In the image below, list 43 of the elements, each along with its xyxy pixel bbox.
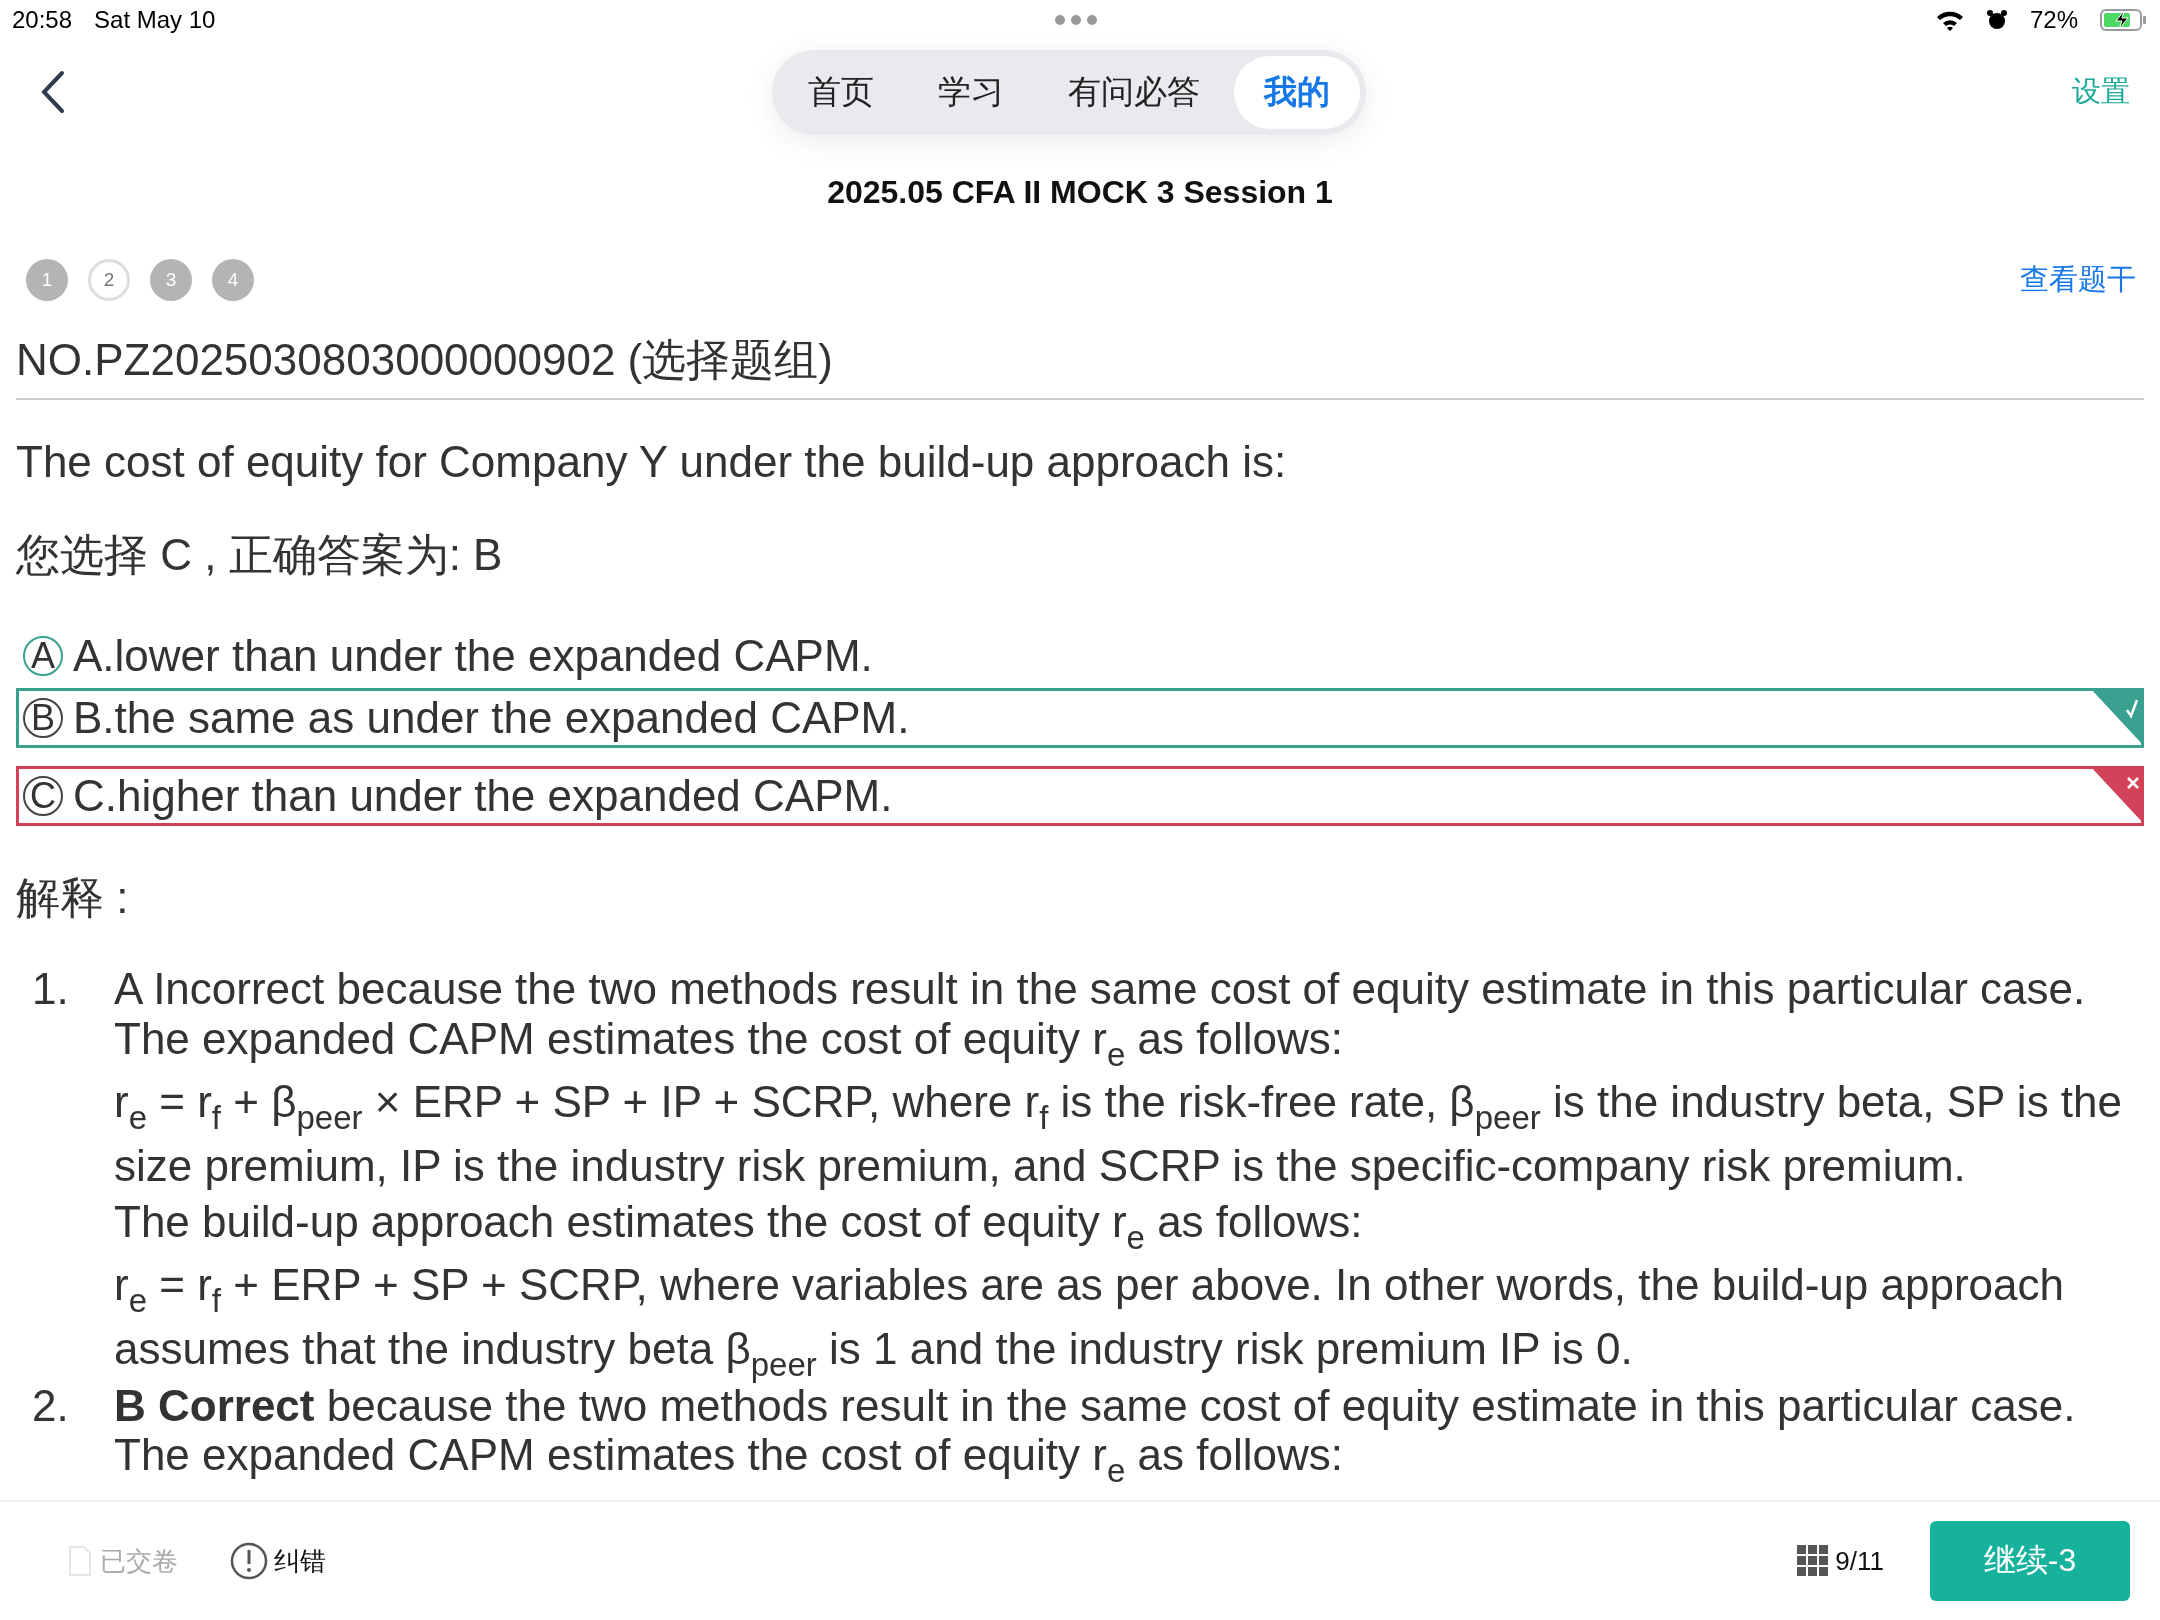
answer-result: 您选择 C , 正确答案为: B (16, 528, 504, 581)
status-time: 20:58 (12, 6, 73, 34)
option-letter: A (23, 635, 63, 676)
option-text: C.higher than under the expanded CAPM. (73, 770, 893, 821)
formula-text: r$_{e}$ = r$_{f}$ + ERP + SP + SCRP, where variables are as per above. In other words, the build-up approach assumes that the industry beta β$_{peer}$ is 1 and the industry risk premium IP is 0. (114, 1259, 2065, 1381)
nav-tab[interactable]: 学习 (908, 55, 1034, 129)
answer-option[interactable]: A A.lower than under the expanded CAPM. (16, 625, 2144, 686)
continue-button[interactable]: 继续-3 (1930, 1521, 2130, 1601)
battery-percent: 72% (2029, 6, 2078, 34)
nav-tab[interactable]: 我的 (1234, 55, 1360, 129)
list-number: 1. (31, 964, 70, 1015)
nav-tab[interactable]: 有问必答 (1038, 55, 1230, 129)
report-error-button[interactable]: 纠错 (224, 1541, 332, 1581)
answer-option[interactable]: C C.higher than under the expanded CAPM. (16, 765, 2144, 826)
exclamation-icon (230, 1542, 268, 1580)
explanation-text: The expanded CAPM estimates the cost of equity r$_{e}$ as follows: (114, 1014, 1344, 1064)
option-letter: B (23, 697, 63, 738)
option-letter: C (23, 775, 63, 816)
explanation-text: A Incorrect because the two methods result in the same cost of equity estimate in this particular case. (114, 964, 2087, 1015)
battery-charging-icon (2100, 8, 2148, 32)
progress-button[interactable]: 9/11 (1791, 1544, 1890, 1578)
back-icon[interactable] (40, 70, 66, 114)
more-icon[interactable] (1052, 13, 1099, 27)
explanation-text: The build-up approach estimates the cost of equity r$_{e}$ as follows: (114, 1197, 1364, 1248)
status-date: Sat May 10 (94, 6, 216, 34)
explanation-label: 解释 : (16, 871, 130, 924)
settings-link[interactable]: 设置 (2072, 72, 2130, 112)
question-id: NO.PZ2025030803000000902 (选择题组) (16, 331, 2144, 400)
wifi-icon (1935, 9, 1964, 31)
grid-icon (1797, 1545, 1830, 1577)
answer-option[interactable]: B B.the same as under the expanded CAPM. (16, 687, 2144, 748)
document-icon (66, 1545, 94, 1577)
submitted-button[interactable]: 已交卷 (60, 1542, 184, 1580)
list-number: 2. (31, 1380, 70, 1432)
option-text: A.lower than under the expanded CAPM. (73, 630, 873, 681)
question-number[interactable]: 2 (88, 259, 130, 301)
exam-title: 2025.05 CFA II MOCK 3 Session 1 (826, 174, 1334, 211)
option-text: B.the same as under the expanded CAPM. (73, 692, 910, 743)
nav-tab[interactable]: 首页 (778, 55, 904, 129)
view-stem-link[interactable]: 查看题干 (2020, 260, 2136, 300)
question-text: The cost of equity for Company Y under the build-up approach is: (16, 436, 1288, 488)
explanation-text: The expanded CAPM estimates the cost of equity r$_{e}$ as follows: (114, 1430, 1344, 1481)
formula-text: r$_{e}$ = r$_{f}$ + β$_{peer}$ × ERP + SP + IP + SCRP, where r$_{f}$ is the risk-free rate, β$_{peer}$ is the industry beta, SP is the size premium, IP is the industry risk premium, and SCRP is the specific-company risk premium. (114, 1075, 2123, 1192)
